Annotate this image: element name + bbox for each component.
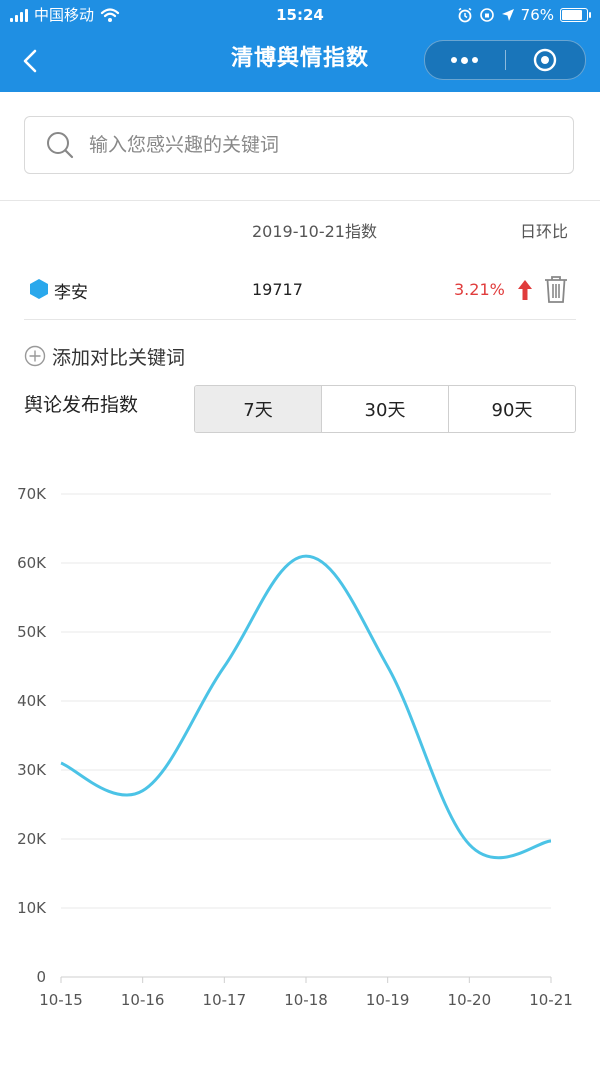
keyword-name: 李安	[54, 283, 88, 303]
publish-index-chart: 0 10K 20K 30K 40K 50K 60K 70K 10-15 10-16 10-17 10-…	[0, 470, 600, 1030]
y-tick-label: 60K	[17, 554, 47, 572]
y-tick-label: 30K	[17, 761, 47, 779]
search-icon	[47, 132, 74, 159]
target-close-icon	[534, 48, 557, 72]
status-right: 76%	[457, 0, 591, 30]
y-tick-label: 50K	[17, 623, 47, 641]
y-tick-label: 20K	[17, 830, 47, 848]
arrow-up-icon	[518, 280, 532, 300]
series-line	[60, 554, 552, 860]
x-tick-label: 10-17	[203, 991, 247, 1009]
back-button[interactable]	[14, 44, 48, 78]
range-30d-button[interactable]: 30天	[321, 386, 448, 432]
close-mini-program-button[interactable]	[506, 41, 586, 79]
x-tick-label: 10-20	[448, 991, 492, 1009]
status-bar: 中国移动 15:24 76%	[0, 0, 600, 30]
plus-circle-icon	[24, 345, 46, 367]
search-box[interactable]	[24, 116, 574, 174]
battery-icon	[560, 8, 591, 22]
delete-keyword-button[interactable]	[542, 274, 570, 304]
keyword-row: 李安 19717 3.21%	[24, 262, 576, 320]
range-7d-button[interactable]: 7天	[195, 386, 321, 432]
orientation-lock-icon	[479, 8, 494, 22]
y-tick-label: 0	[36, 968, 46, 986]
location-icon	[501, 9, 514, 21]
range-selector: 7天 30天 90天	[194, 385, 576, 433]
more-dots-icon	[451, 56, 479, 64]
x-tick-label: 10-16	[121, 991, 165, 1009]
y-tick-label: 40K	[17, 692, 47, 710]
hexagon-marker-icon	[30, 279, 48, 299]
more-button[interactable]	[425, 41, 505, 79]
keyword-index-value: 19717	[252, 280, 303, 299]
battery-percent: 76%	[520, 6, 554, 24]
x-tick-label: 10-19	[366, 991, 410, 1009]
mini-program-capsule	[424, 40, 586, 80]
line-chart: 0 10K 20K 30K 40K 50K 60K 70K 10-15 10-16 10-17 10-…	[17, 485, 573, 1009]
publish-index-label: 舆论发布指数	[24, 394, 139, 416]
trash-icon	[545, 276, 567, 303]
index-table-header: 2019-10-21指数 日环比	[0, 218, 600, 242]
alarm-icon	[458, 7, 472, 23]
range-90d-button[interactable]: 90天	[448, 386, 575, 432]
x-tick-label: 10-18	[284, 991, 328, 1009]
y-tick-label: 10K	[17, 899, 47, 917]
search-area	[0, 92, 600, 201]
day-change-header: 日环比	[519, 222, 568, 241]
app-header: 中国移动 15:24 76% 清博舆情指数	[0, 0, 600, 92]
x-tick-label: 10-15	[39, 991, 83, 1009]
y-tick-label: 70K	[17, 485, 47, 503]
search-input[interactable]	[87, 124, 573, 166]
keyword-change-pct: 3.21%	[454, 280, 505, 299]
add-compare-keyword-button[interactable]: 添加对比关键词	[24, 342, 185, 370]
add-compare-label: 添加对比关键词	[52, 346, 186, 369]
nav-bar: 清博舆情指数	[0, 30, 600, 92]
x-tick-label: 10-21	[529, 991, 573, 1009]
index-date-header: 2019-10-21指数	[252, 222, 377, 241]
